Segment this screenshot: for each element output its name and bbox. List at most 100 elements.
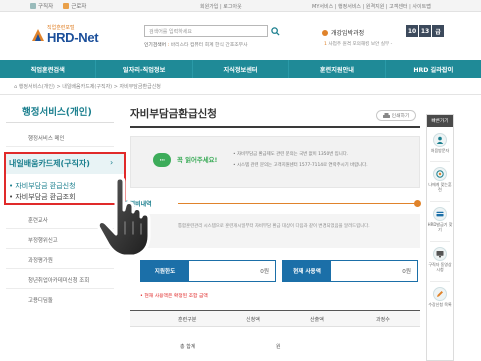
- search-button[interactable]: [268, 25, 282, 37]
- main-navigation: 직업훈련검색 일자리-직업정보 지식정보센터 훈련지원안내 HRD 길라잡이: [0, 60, 481, 78]
- notice-box: ··· 꼭 읽어주세요! • 자비부담금 환급제도 관련 문의는 국번 없이 1…: [130, 136, 420, 188]
- person-icon: [30, 3, 36, 9]
- divider: [6, 146, 114, 147]
- card-icon: [433, 207, 447, 221]
- counter-digit: 13: [419, 25, 431, 37]
- upcoming-course-item[interactable]: 1 사업주 원격 모의해킹 보안 실무 -: [324, 41, 392, 47]
- notice-text: • 시스템 관련 문의는 고객지원센터 1577-7114로 연락주시기 바랍니…: [233, 163, 368, 168]
- page-title: 자비부담금환급신청: [130, 108, 217, 120]
- support-limit-card: 지원한도 0원: [140, 260, 276, 282]
- search-input[interactable]: 검색어를 입력하세요: [144, 25, 268, 37]
- print-button[interactable]: 인쇄하기: [376, 110, 416, 121]
- stat-label: 지원한도: [141, 261, 189, 281]
- speech-bubble-icon: ···: [153, 153, 171, 167]
- worker-icon: [63, 3, 70, 9]
- sidebar-item-learning-card[interactable]: 내일배움카드제(구직자) ›: [6, 154, 124, 174]
- quick-links-title: 빠른가기: [427, 115, 453, 127]
- bullet-icon: [322, 29, 328, 36]
- quick-link-label: 나에게 맞는훈련: [428, 182, 452, 192]
- course-counter: 10 13 급: [406, 25, 444, 37]
- table-cell: 총 합계: [180, 344, 196, 350]
- popular-searches: 인기검색어 : 바리스타 컴퓨터 회계 한식 간호조무사: [144, 43, 248, 48]
- pencil-icon: [433, 287, 447, 301]
- divider: [6, 122, 114, 123]
- jobseeker-link[interactable]: 구직자: [30, 2, 53, 10]
- sidebar-item-fraud-report[interactable]: 부정행위신고: [28, 236, 58, 244]
- sidebar-item-course-eval[interactable]: 과정평가원: [28, 256, 53, 264]
- divider: [0, 94, 481, 95]
- breadcrumb[interactable]: ⌂ 행정서비스(개인) > 내일배움카드제(구직자) > 자비부담금환급신청: [14, 83, 161, 90]
- notice-text: • 자비부담금 환급제도 관련 문의는 국번 없이 1350번 입니다.: [233, 152, 349, 157]
- site-logo[interactable]: 직업훈련포털 HRD-Net: [31, 22, 111, 46]
- divider: [6, 288, 114, 289]
- stat-value: 0원: [260, 269, 269, 275]
- quick-link-label: 수강신청 목록: [428, 302, 452, 307]
- nav-training-support[interactable]: 훈련지원안내: [289, 60, 386, 78]
- monitor-icon: [433, 247, 447, 261]
- table-cell: 원: [276, 344, 281, 350]
- sidebar-title: 행정서비스(개인): [22, 107, 92, 118]
- counter-digit: 10: [406, 25, 418, 37]
- current-usage-card: 현재 사용액 0원: [282, 260, 418, 282]
- quick-matching-training[interactable]: 나에게 맞는훈련: [427, 167, 453, 192]
- sidebar-item-instructor[interactable]: 훈련교사: [28, 216, 48, 224]
- nav-training-search[interactable]: 직업훈련검색: [0, 60, 97, 78]
- upcoming-course-panel: 개강임박과정 10 13 급 1 사업주 원격 모의해킹 보안 실무 -: [322, 24, 450, 54]
- popular-terms[interactable]: 바리스타 컴퓨터 회계 한식 간호조무사: [171, 43, 248, 48]
- quick-enrollment[interactable]: 수강신청 목록: [427, 287, 453, 307]
- divider: [430, 281, 450, 282]
- print-button-label: 인쇄하기: [391, 114, 410, 119]
- popular-label: 인기검색어: [144, 43, 167, 48]
- divider: [6, 268, 114, 269]
- worker-link[interactable]: 근로자: [63, 2, 86, 10]
- divider: [130, 126, 420, 128]
- submenu-refund-inquiry[interactable]: • 자비부담금 환급조회: [9, 192, 76, 202]
- notice-heading: 꼭 읽어주세요!: [177, 156, 218, 164]
- column-header: 과정수: [376, 317, 390, 323]
- table-header: 훈련구분 신청액 산출액 과정수: [130, 311, 420, 327]
- utility-bar: 구직자 근로자 회원가입 | 로그아웃 MY서비스 | 행정서비스 | 원격지원…: [0, 0, 481, 12]
- divider: [430, 161, 450, 162]
- divider: [430, 241, 450, 242]
- chevron-right-icon: ›: [110, 158, 114, 167]
- info-text: 통합훈련관리 시스템으로 훈련개시일부터 자비부담 환급 대상이 다음과 같이 …: [178, 224, 370, 229]
- nav-knowledge-center[interactable]: 지식정보센터: [193, 60, 290, 78]
- quick-link-label: 처음방문자: [430, 148, 450, 153]
- nav-job-info[interactable]: 일자리-직업정보: [96, 60, 193, 78]
- section-dot-icon: [414, 200, 421, 207]
- quick-first-visit[interactable]: 처음방문자: [427, 133, 453, 153]
- printer-icon: [382, 112, 390, 118]
- account-links[interactable]: 회원가입 | 로그아웃: [200, 3, 242, 10]
- service-links[interactable]: MY서비스 | 행정서비스 | 원격지원 | 고객센터 | 사이트맵: [312, 3, 431, 10]
- search-icon: [270, 26, 280, 36]
- column-header: 훈련구분: [178, 317, 197, 323]
- target-icon: [433, 167, 447, 181]
- user-type-links: 구직자 근로자: [30, 2, 86, 10]
- sidebar-item-youth-academy[interactable]: 청년취업아카데미신청 조회: [28, 276, 89, 284]
- info-box: 통합훈련관리 시스템으로 훈련개시일부터 자비부담 환급 대상이 다음과 같이 …: [130, 214, 420, 248]
- sidebar-item-admin-main[interactable]: 행정서비스 메인: [28, 134, 64, 142]
- quick-links-bar: 빠른가기 처음방문자 나에게 맞는훈련 HRD발급기 찾기 구직자 동영상시청 …: [426, 114, 454, 361]
- nav-hrd-guide[interactable]: HRD 길라잡이: [386, 60, 481, 78]
- pointing-hand-icon: [96, 176, 151, 258]
- submenu-refund-apply[interactable]: • 자비부담금 환급신청: [9, 181, 76, 191]
- sidebar-item-label: 내일배움카드제(구직자): [9, 159, 90, 168]
- stat-value: 0원: [402, 269, 411, 275]
- quick-link-label: 구직자 동영상시청: [428, 262, 452, 272]
- column-header: 산출액: [310, 317, 324, 323]
- stat-label: 현재 사용액: [283, 261, 331, 281]
- table-row: 총 합계 원: [130, 338, 420, 354]
- column-header: 신청액: [246, 317, 260, 323]
- divider: [178, 203, 418, 204]
- quick-link-label: HRD발급기 찾기: [427, 222, 453, 232]
- counter-digit: 급: [432, 25, 444, 37]
- sidebar-item-employment-step[interactable]: 고용디딤돌: [28, 296, 53, 304]
- logo-text: HRD-Net: [47, 30, 99, 45]
- quick-card-machine[interactable]: HRD발급기 찾기: [427, 207, 453, 232]
- quick-video[interactable]: 구직자 동영상시청: [427, 247, 453, 272]
- logo-mark-icon: [32, 29, 44, 41]
- user-icon: [433, 133, 447, 147]
- upcoming-course-title: 개강임박과정: [322, 28, 364, 37]
- divider: [430, 201, 450, 202]
- warning-text: • 현재 사용액은 확정된 조합 금액: [140, 294, 208, 299]
